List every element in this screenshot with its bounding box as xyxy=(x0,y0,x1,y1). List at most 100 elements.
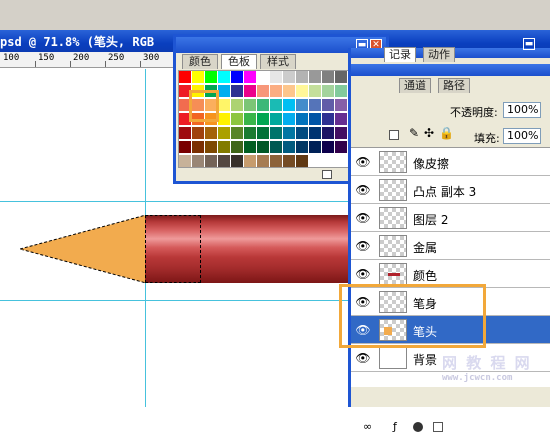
color-swatch[interactable] xyxy=(205,127,217,139)
color-swatch[interactable] xyxy=(244,141,256,153)
lock-all-icon[interactable]: 🔒 xyxy=(439,126,454,140)
color-swatch[interactable] xyxy=(205,71,217,83)
color-swatch[interactable] xyxy=(231,113,243,125)
visibility-eye-icon[interactable]: 👁 xyxy=(354,209,372,227)
color-swatch[interactable] xyxy=(179,127,191,139)
color-swatch[interactable] xyxy=(270,71,282,83)
lock-brush-icon[interactable]: ✎ xyxy=(409,126,419,140)
color-swatch[interactable] xyxy=(296,99,308,111)
color-swatch[interactable] xyxy=(218,113,230,125)
color-swatch[interactable] xyxy=(231,99,243,111)
color-swatch[interactable] xyxy=(283,99,295,111)
color-swatch[interactable] xyxy=(192,71,204,83)
color-swatch[interactable] xyxy=(231,155,243,167)
color-swatch[interactable] xyxy=(322,141,334,153)
color-swatch[interactable] xyxy=(218,141,230,153)
color-swatch[interactable] xyxy=(257,85,269,97)
color-swatch[interactable] xyxy=(257,113,269,125)
color-swatch[interactable] xyxy=(257,99,269,111)
color-swatch[interactable] xyxy=(296,141,308,153)
color-swatch[interactable] xyxy=(205,155,217,167)
color-swatch[interactable] xyxy=(270,127,282,139)
lock-transparency-icon[interactable] xyxy=(389,130,399,140)
tab-paths[interactable]: 路径 xyxy=(438,78,470,93)
color-swatch[interactable] xyxy=(270,85,282,97)
layer-row[interactable]: 👁 图层 2 xyxy=(351,204,550,232)
new-layer-icon[interactable] xyxy=(433,422,443,432)
color-swatch[interactable] xyxy=(218,71,230,83)
fill-field[interactable]: 100% xyxy=(503,128,541,144)
color-swatch[interactable] xyxy=(283,155,295,167)
color-swatch[interactable] xyxy=(309,85,321,97)
visibility-eye-icon[interactable]: 👁 xyxy=(354,265,372,283)
color-swatch[interactable] xyxy=(283,141,295,153)
tab-history[interactable]: 记录 xyxy=(384,47,416,62)
color-swatch[interactable] xyxy=(257,71,269,83)
color-swatch[interactable] xyxy=(231,141,243,153)
visibility-eye-icon[interactable]: 👁 xyxy=(354,181,372,199)
color-swatch[interactable] xyxy=(283,127,295,139)
layer-row[interactable]: 👁 像皮擦 xyxy=(351,148,550,176)
color-swatch[interactable] xyxy=(309,71,321,83)
color-swatch[interactable] xyxy=(309,141,321,153)
color-swatch[interactable] xyxy=(296,127,308,139)
color-swatch[interactable] xyxy=(218,85,230,97)
color-swatch[interactable] xyxy=(296,155,308,167)
color-swatch[interactable] xyxy=(179,71,191,83)
color-swatch[interactable] xyxy=(205,141,217,153)
color-swatch[interactable] xyxy=(335,85,347,97)
color-swatch[interactable] xyxy=(244,127,256,139)
link-layers-icon[interactable]: ∞ xyxy=(363,420,372,433)
color-swatch[interactable] xyxy=(257,141,269,153)
color-swatch[interactable] xyxy=(179,141,191,153)
color-swatch[interactable] xyxy=(192,127,204,139)
layer-mask-icon[interactable] xyxy=(413,422,423,432)
color-swatch[interactable] xyxy=(179,155,191,167)
visibility-eye-icon[interactable]: 👁 xyxy=(354,153,372,171)
color-swatch[interactable] xyxy=(218,127,230,139)
color-swatch[interactable] xyxy=(309,113,321,125)
color-swatch[interactable] xyxy=(322,85,334,97)
color-swatch[interactable] xyxy=(296,71,308,83)
color-swatch[interactable] xyxy=(218,155,230,167)
color-swatch[interactable] xyxy=(270,113,282,125)
opacity-field[interactable]: 100% xyxy=(503,102,541,118)
color-swatch[interactable] xyxy=(283,113,295,125)
color-swatch[interactable] xyxy=(283,71,295,83)
tab-actions[interactable]: 动作 xyxy=(423,47,455,62)
panel-title-bar-2[interactable] xyxy=(351,64,550,76)
color-swatch[interactable] xyxy=(231,127,243,139)
color-swatch[interactable] xyxy=(218,99,230,111)
color-swatch[interactable] xyxy=(322,127,334,139)
color-swatch[interactable] xyxy=(309,99,321,111)
color-swatch[interactable] xyxy=(335,155,347,167)
color-swatch[interactable] xyxy=(335,99,347,111)
color-swatch[interactable] xyxy=(231,85,243,97)
color-swatch[interactable] xyxy=(192,155,204,167)
color-swatch[interactable] xyxy=(231,71,243,83)
color-swatch[interactable] xyxy=(335,113,347,125)
color-swatch[interactable] xyxy=(270,99,282,111)
color-swatch[interactable] xyxy=(244,71,256,83)
tab-swatches[interactable]: 色板 xyxy=(221,54,257,69)
layer-list[interactable]: 👁 像皮擦 👁 凸点 副本 3 👁 图层 2 👁 金属 👁 颜色 � xyxy=(351,147,550,387)
color-swatch[interactable] xyxy=(335,127,347,139)
color-swatch[interactable] xyxy=(322,99,334,111)
color-swatch[interactable] xyxy=(244,113,256,125)
tab-channels[interactable]: 通道 xyxy=(399,78,431,93)
color-swatch[interactable] xyxy=(309,155,321,167)
color-swatch[interactable] xyxy=(257,127,269,139)
color-swatch[interactable] xyxy=(322,113,334,125)
tab-styles[interactable]: 样式 xyxy=(260,54,296,69)
color-swatch[interactable] xyxy=(283,85,295,97)
layer-style-icon[interactable]: ƒ xyxy=(393,420,397,433)
color-swatch[interactable] xyxy=(309,127,321,139)
color-swatch[interactable] xyxy=(296,85,308,97)
minimize-icon[interactable]: ▬ xyxy=(523,38,535,50)
color-swatch[interactable] xyxy=(257,155,269,167)
layer-row[interactable]: 👁 金属 xyxy=(351,232,550,260)
color-swatch[interactable] xyxy=(244,99,256,111)
visibility-eye-icon[interactable]: 👁 xyxy=(354,349,372,367)
color-swatch[interactable] xyxy=(192,141,204,153)
color-swatch[interactable] xyxy=(335,71,347,83)
